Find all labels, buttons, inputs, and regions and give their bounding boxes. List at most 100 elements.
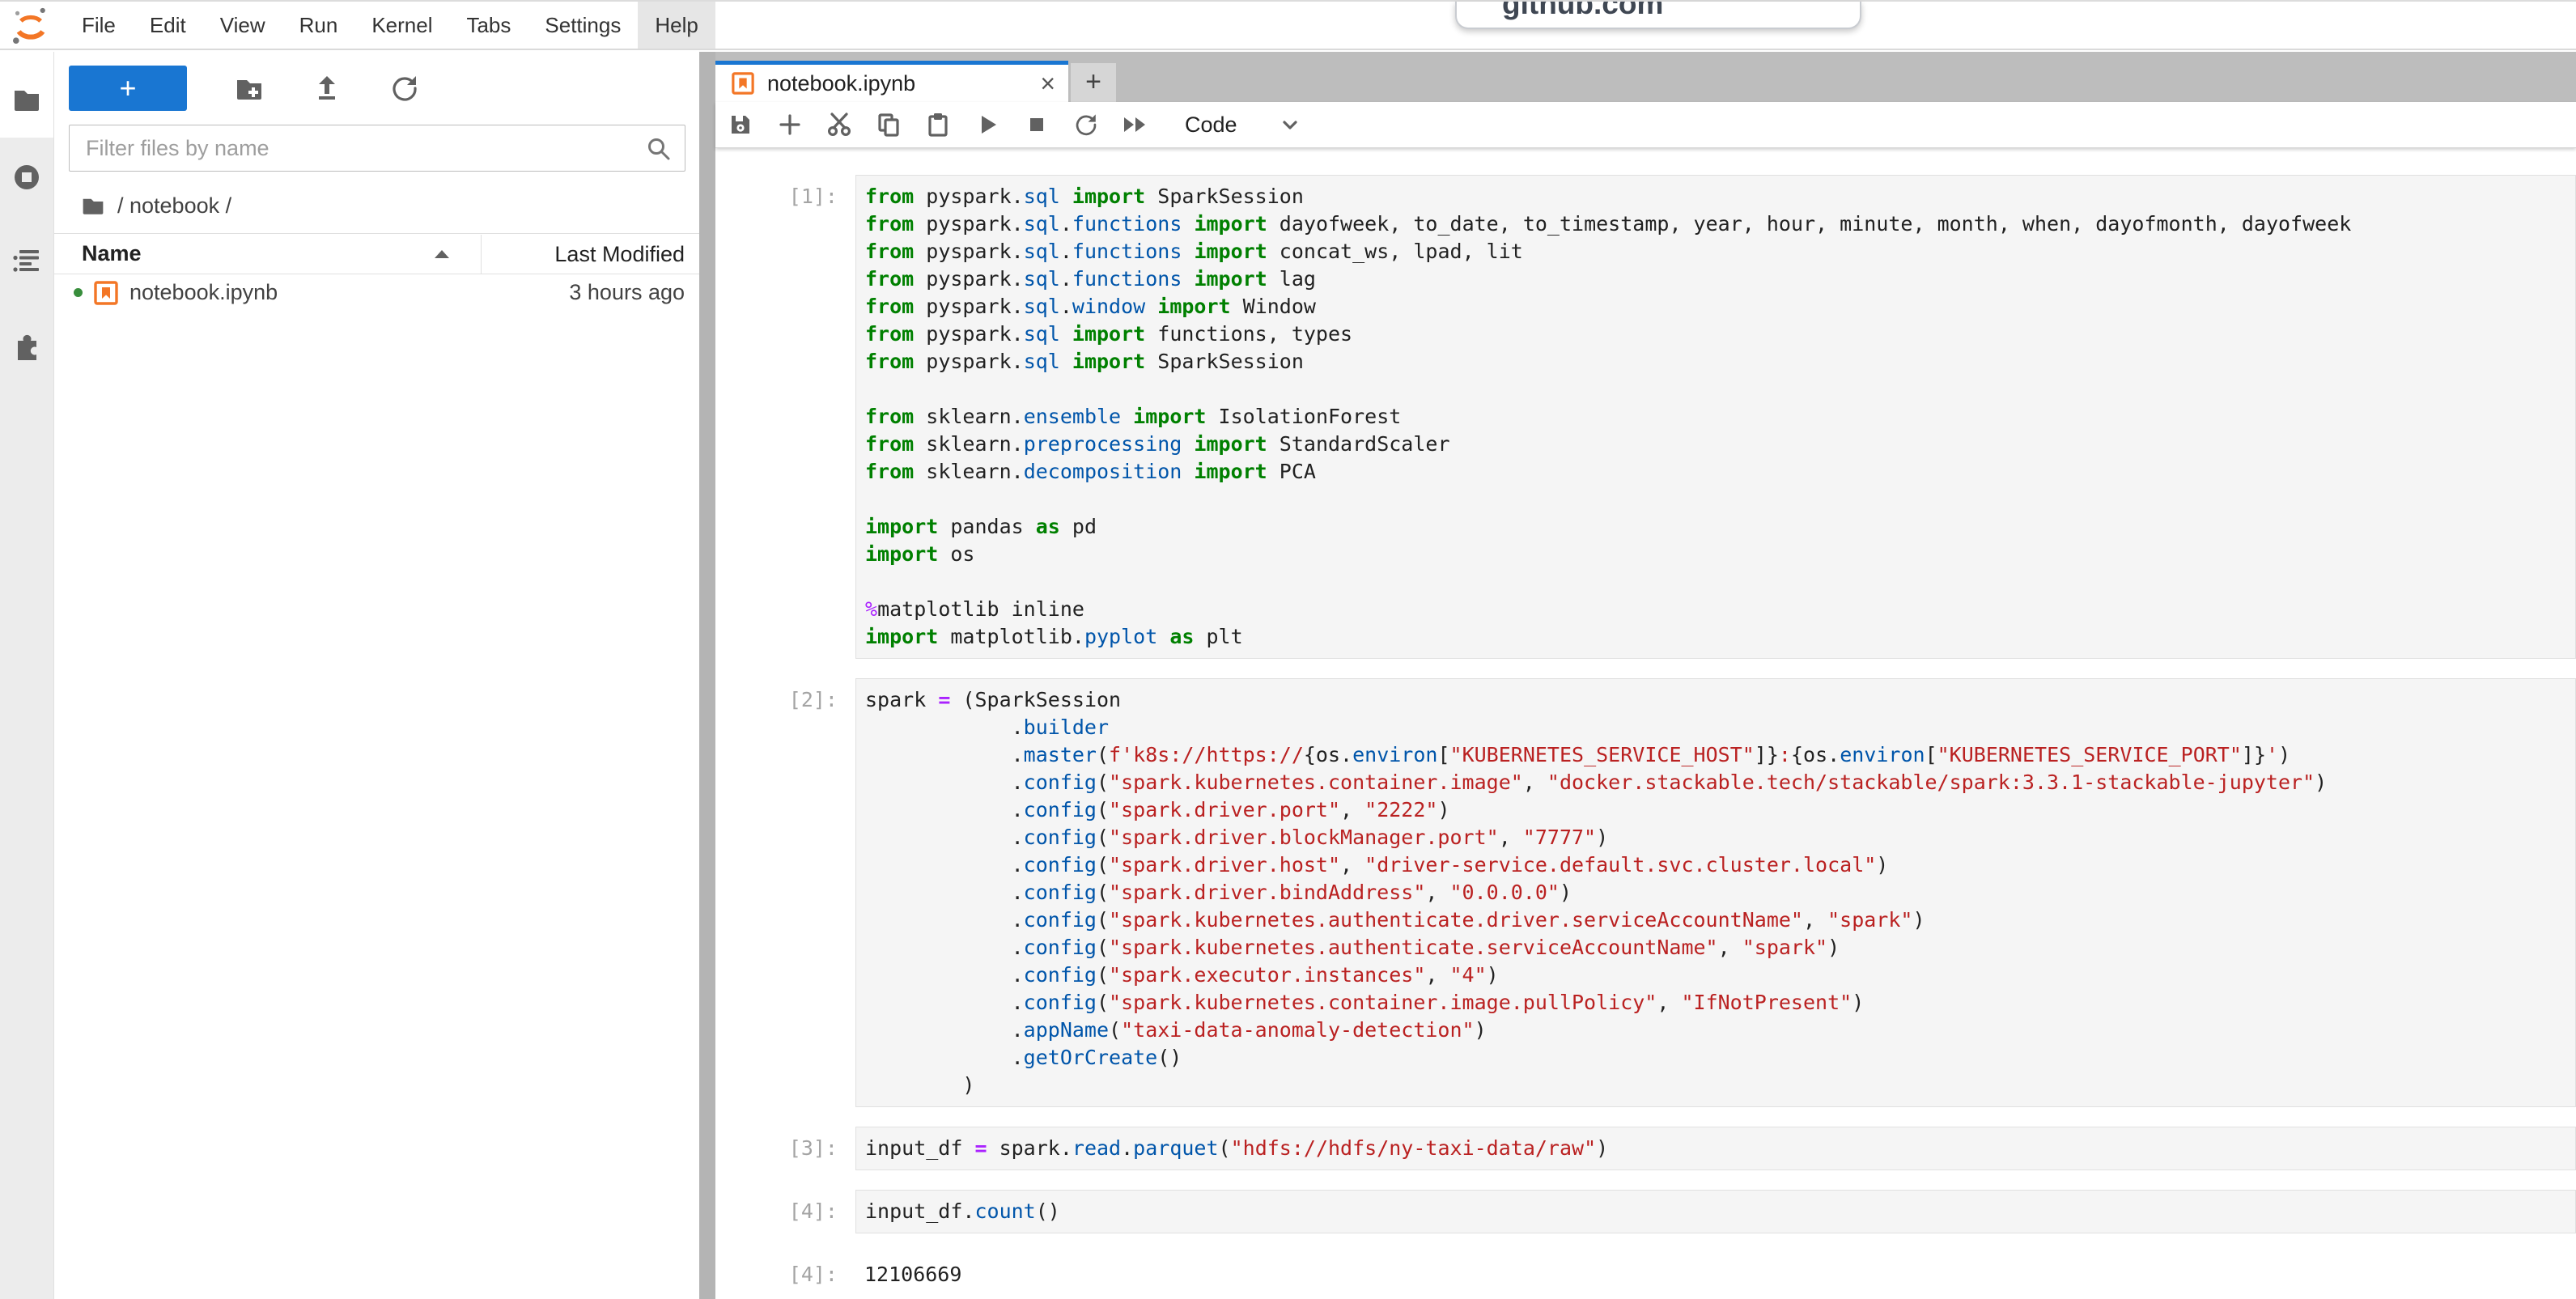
- breadcrumb[interactable]: / notebook /: [80, 189, 699, 222]
- table-of-contents-icon[interactable]: [11, 244, 42, 275]
- menu-edit[interactable]: Edit: [133, 2, 203, 49]
- new-tab-button[interactable]: +: [1071, 63, 1116, 102]
- code-line: .builder: [865, 714, 2575, 741]
- code-line: .config("spark.driver.blockManager.port"…: [865, 824, 2575, 851]
- code-line: .config("spark.kubernetes.container.imag…: [865, 989, 2575, 1017]
- column-header-name[interactable]: Name: [54, 241, 481, 266]
- menu-kernel[interactable]: Kernel: [354, 2, 449, 49]
- activity-bar: [0, 52, 53, 1299]
- cell-editor[interactable]: input_df = spark.read.parquet("hdfs://hd…: [855, 1127, 2576, 1170]
- new-folder-icon[interactable]: [234, 73, 265, 104]
- file-browser-panel: +: [53, 52, 699, 1299]
- file-row[interactable]: notebook.ipynb 3 hours ago: [54, 274, 699, 311]
- code-line: [865, 486, 2575, 513]
- code-line: from pyspark.sql import SparkSession: [865, 183, 2575, 210]
- breadcrumb-path[interactable]: / notebook /: [117, 193, 231, 219]
- output-prompt: [4]:: [715, 1253, 855, 1288]
- code-line: .config("spark.driver.port", "2222"): [865, 796, 2575, 824]
- code-line: .config("spark.kubernetes.container.imag…: [865, 769, 2575, 796]
- code-line: from sklearn.preprocessing import Standa…: [865, 431, 2575, 458]
- code-line: from sklearn.ensemble import IsolationFo…: [865, 403, 2575, 431]
- code-line: .config("spark.driver.host", "driver-ser…: [865, 851, 2575, 879]
- code-cell[interactable]: [1]:from pyspark.sql import SparkSession…: [715, 175, 2576, 659]
- code-line: .getOrCreate(): [865, 1044, 2575, 1072]
- menu-settings[interactable]: Settings: [528, 2, 638, 49]
- cell-type-select[interactable]: Code: [1185, 112, 1237, 138]
- menu-file[interactable]: File: [65, 2, 133, 49]
- code-line: [865, 376, 2575, 403]
- cell-prompt: [1]:: [715, 175, 855, 659]
- code-line: .appName("taxi-data-anomaly-detection"): [865, 1017, 2575, 1044]
- cell-editor[interactable]: from pyspark.sql import SparkSessionfrom…: [855, 175, 2576, 659]
- interrupt-kernel-button[interactable]: [1019, 107, 1055, 142]
- cell-editor[interactable]: input_df.count(): [855, 1190, 2576, 1233]
- code-cell[interactable]: [4]:input_df.count(): [715, 1190, 2576, 1233]
- code-line: import pandas as pd: [865, 513, 2575, 541]
- code-line: import matplotlib.pyplot as plt: [865, 623, 2575, 651]
- code-line: .config("spark.kubernetes.authenticate.s…: [865, 934, 2575, 962]
- running-status-dot: [74, 288, 83, 297]
- search-icon: [646, 136, 672, 162]
- refresh-icon[interactable]: [389, 73, 420, 104]
- code-line: .config("spark.kubernetes.authenticate.d…: [865, 906, 2575, 934]
- code-line: from pyspark.sql.functions import concat…: [865, 238, 2575, 265]
- chevron-down-icon[interactable]: [1280, 112, 1304, 137]
- code-line: ): [865, 1072, 2575, 1099]
- cell-prompt: [2]:: [715, 678, 855, 1107]
- menu-run[interactable]: Run: [282, 2, 355, 49]
- menu-view[interactable]: View: [203, 2, 282, 49]
- save-button[interactable]: [723, 107, 758, 142]
- folder-icon: [80, 194, 106, 217]
- notebook-file-icon: [94, 281, 118, 305]
- code-line: from pyspark.sql.window import Window: [865, 293, 2575, 321]
- notebook-scroll-area[interactable]: [1]:from pyspark.sql import SparkSession…: [715, 148, 2576, 1299]
- file-list-header: Name Last Modified: [54, 233, 699, 274]
- menu-help[interactable]: Help: [638, 2, 715, 49]
- file-browser-toolbar: +: [54, 52, 699, 113]
- filter-files-input[interactable]: [69, 125, 685, 172]
- browser-popup: github.com: [1455, 2, 1861, 29]
- menu-tabs[interactable]: Tabs: [449, 2, 528, 49]
- tab-close-icon[interactable]: ×: [1040, 70, 1055, 96]
- running-sessions-icon[interactable]: [11, 162, 42, 193]
- file-last-modified: 3 hours ago: [481, 280, 699, 305]
- column-header-last-modified[interactable]: Last Modified: [481, 235, 699, 274]
- code-line: input_df = spark.read.parquet("hdfs://hd…: [865, 1135, 2575, 1162]
- output-text: 12106669: [855, 1253, 2576, 1288]
- code-line: from pyspark.sql import functions, types: [865, 321, 2575, 348]
- jupyterlab-window: File Edit View Run Kernel Tabs Settings …: [0, 0, 2576, 1299]
- extensions-icon[interactable]: [11, 330, 42, 361]
- restart-run-all-button[interactable]: [1118, 107, 1153, 142]
- tab-bar: notebook.ipynb × +: [715, 52, 2576, 102]
- code-cell[interactable]: [2]:spark = (SparkSession .builder .mast…: [715, 678, 2576, 1107]
- add-cell-button[interactable]: [772, 107, 808, 142]
- code-line: .master(f'k8s://https://{os.environ["KUB…: [865, 741, 2575, 769]
- code-cell[interactable]: [3]: input_df = spark.read.parquet("hdfs:…: [715, 1127, 2576, 1170]
- filter-box: [69, 125, 685, 172]
- copy-cells-button[interactable]: [871, 107, 906, 142]
- code-line: .config("spark.executor.instances", "4"): [865, 962, 2575, 989]
- notebook-area: notebook.ipynb × +: [715, 52, 2576, 1299]
- restart-kernel-button[interactable]: [1068, 107, 1104, 142]
- code-line: from pyspark.sql import SparkSession: [865, 348, 2575, 376]
- output-area[interactable]: [4]:12106669: [715, 1253, 2576, 1288]
- notebook-tab-icon: [732, 72, 754, 95]
- code-line: from pyspark.sql.functions import lag: [865, 265, 2575, 293]
- cut-cells-button[interactable]: [821, 107, 857, 142]
- code-line: import os: [865, 541, 2575, 568]
- run-cell-button[interactable]: [970, 107, 1005, 142]
- sort-ascending-icon: [433, 248, 451, 260]
- new-launcher-button[interactable]: +: [69, 66, 187, 111]
- panel-divider[interactable]: [699, 52, 715, 1299]
- cell-prompt: [3]:: [715, 1127, 855, 1170]
- tab-label[interactable]: notebook.ipynb: [767, 71, 915, 96]
- tab-notebook[interactable]: notebook.ipynb ×: [715, 61, 1068, 102]
- jupyter-logo-icon: [8, 5, 53, 47]
- code-line: from pyspark.sql.functions import dayofw…: [865, 210, 2575, 238]
- file-name[interactable]: notebook.ipynb: [129, 280, 481, 305]
- upload-icon[interactable]: [312, 73, 342, 104]
- paste-cells-button[interactable]: [920, 107, 956, 142]
- file-browser-icon[interactable]: [11, 84, 42, 115]
- menu-bar: File Edit View Run Kernel Tabs Settings …: [0, 2, 2576, 50]
- cell-editor[interactable]: spark = (SparkSession .builder .master(f…: [855, 678, 2576, 1107]
